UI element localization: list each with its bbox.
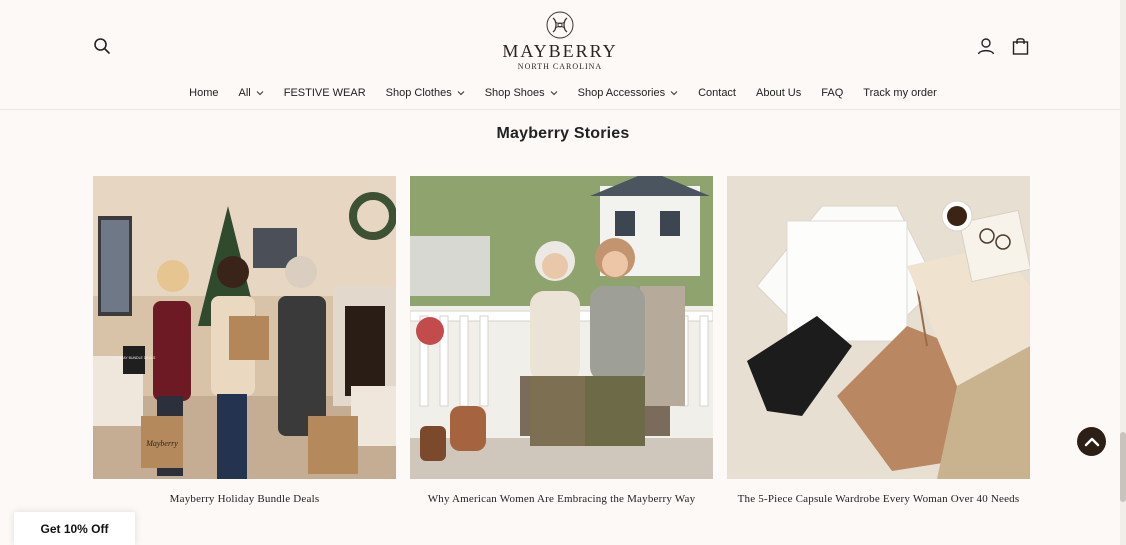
scrollbar-thumb[interactable] xyxy=(1120,432,1126,502)
nav-item-shop-shoes[interactable]: Shop Shoes xyxy=(475,85,568,101)
nav-item-home[interactable]: Home xyxy=(179,85,228,101)
nav-item-label: All xyxy=(238,87,251,99)
site-header: MAYBERRY NORTH CAROLINA Home All FESTIVE… xyxy=(0,0,1126,110)
chevron-down-icon xyxy=(256,91,264,96)
main-navigation: Home All FESTIVE WEAR Shop Clothes Shop … xyxy=(0,85,1126,101)
nav-item-label: About Us xyxy=(756,87,802,99)
page-scrollbar[interactable] xyxy=(1120,0,1126,545)
nav-item-label: Shop Accessories xyxy=(577,87,666,99)
user-icon xyxy=(977,38,995,55)
chevron-down-icon xyxy=(457,91,465,96)
scroll-to-top-button[interactable] xyxy=(1077,427,1106,456)
story-card[interactable]: The 5-Piece Capsule Wardrobe Every Woman… xyxy=(727,176,1030,505)
nav-item-label: Shop Shoes xyxy=(484,87,545,99)
story-image-holiday[interactable]: Mayberry HOLIDAY BUNDLE DEALS xyxy=(93,176,396,479)
cart-button[interactable] xyxy=(1008,33,1032,59)
story-title[interactable]: Why American Women Are Embracing the May… xyxy=(410,493,713,505)
nav-item-label: Contact xyxy=(698,87,736,99)
brand-name: MAYBERRY xyxy=(502,41,618,61)
account-button[interactable] xyxy=(974,34,998,58)
sign-text: HOLIDAY BUNDLE DEALS xyxy=(113,356,156,360)
nav-item-faq[interactable]: FAQ xyxy=(811,85,853,101)
nav-item-all[interactable]: All xyxy=(229,85,274,101)
nav-item-shop-accessories[interactable]: Shop Accessories xyxy=(568,85,688,101)
nav-item-label: Track my order xyxy=(863,87,937,99)
story-title[interactable]: The 5-Piece Capsule Wardrobe Every Woman… xyxy=(727,493,1030,505)
story-card[interactable]: Mayberry HOLIDAY BUNDLE DEALS Mayberry H… xyxy=(93,176,396,505)
nav-item-label: Shop Clothes xyxy=(385,87,452,99)
bag-logo-text: Mayberry xyxy=(145,439,178,448)
nav-item-label: FESTIVE WEAR xyxy=(283,87,366,99)
story-title[interactable]: Mayberry Holiday Bundle Deals xyxy=(93,493,396,505)
brand-location: NORTH CAROLINA xyxy=(517,62,603,71)
nav-item-label: FAQ xyxy=(821,87,844,99)
chevron-up-icon xyxy=(1084,437,1099,446)
nav-item-about-us[interactable]: About Us xyxy=(746,85,811,101)
story-card[interactable]: Why American Women Are Embracing the May… xyxy=(410,176,713,505)
monogram-icon xyxy=(546,11,574,39)
search-icon xyxy=(94,38,110,54)
brand-logo[interactable]: MAYBERRY NORTH CAROLINA xyxy=(493,10,627,78)
nav-item-track-order[interactable]: Track my order xyxy=(853,85,947,101)
chevron-down-icon xyxy=(670,91,678,96)
chevron-down-icon xyxy=(550,91,557,96)
story-image-porch[interactable] xyxy=(410,176,713,479)
nav-item-shop-clothes[interactable]: Shop Clothes xyxy=(376,85,475,101)
search-button[interactable] xyxy=(90,34,114,58)
section-title: Mayberry Stories xyxy=(496,125,630,142)
nav-item-contact[interactable]: Contact xyxy=(688,85,746,101)
story-image-capsule[interactable] xyxy=(727,176,1030,479)
shopping-bag-icon xyxy=(1012,38,1028,55)
nav-item-festive-wear[interactable]: FESTIVE WEAR xyxy=(274,85,376,101)
nav-item-label: Home xyxy=(189,87,219,99)
discount-popup-button[interactable]: Get 10% Off xyxy=(14,512,135,545)
